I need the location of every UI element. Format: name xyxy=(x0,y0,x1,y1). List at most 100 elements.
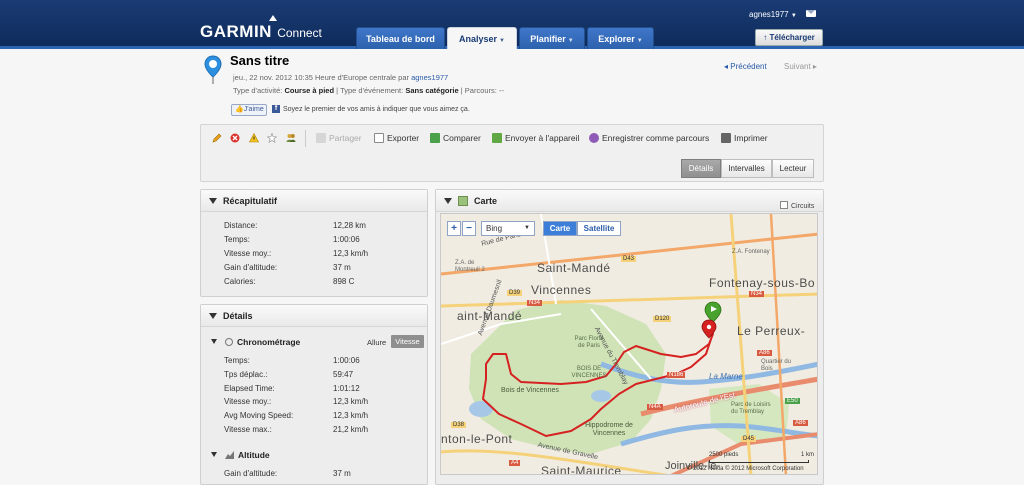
activity-title[interactable]: Sans titre xyxy=(230,53,289,68)
map-label-nton-le-pont: nton-le-Pont xyxy=(441,432,513,446)
tab-label: Tableau de bord xyxy=(366,34,435,44)
user-name: agnes1977 xyxy=(749,10,789,19)
user-menu[interactable]: agnes1977 ▼ xyxy=(749,10,797,19)
tab-explorer[interactable]: Explorer ▼ xyxy=(587,27,654,49)
activity-user-link[interactable]: agnes1977 xyxy=(411,73,448,82)
map-label-bois-vincennes: Bois de Vincennes xyxy=(501,387,559,394)
collapse-arrow-icon xyxy=(444,198,452,204)
scale-km: 1 km xyxy=(801,452,815,458)
star-icon[interactable] xyxy=(267,133,277,143)
people-icon[interactable] xyxy=(286,133,296,143)
timing-title: Chronométrage xyxy=(237,337,301,347)
compare-button[interactable]: Comparer xyxy=(430,133,481,143)
logo-triangle-icon xyxy=(269,15,277,21)
like-label: J'aime xyxy=(243,106,264,113)
summary-header[interactable]: Récapitulatif xyxy=(201,190,427,212)
pace-toggle[interactable]: Allure xyxy=(367,338,386,347)
map-label-le-perreux: Le Perreux- xyxy=(737,324,806,338)
upload-label: Télécharger xyxy=(769,33,815,42)
view-player-button[interactable]: Lecteur xyxy=(772,159,814,178)
export-button[interactable]: Exporter xyxy=(374,133,419,143)
timing-label: Avg Moving Speed: xyxy=(224,411,294,420)
event-type-value[interactable]: Sans catégorie xyxy=(405,86,458,95)
summary-label: Distance: xyxy=(224,221,258,230)
map-type-map-button[interactable]: Carte xyxy=(543,221,577,236)
timing-subheader[interactable]: Chronométrage xyxy=(211,337,300,347)
print-label: Imprimer xyxy=(734,133,768,143)
activity-type-value[interactable]: Course à pied xyxy=(284,86,334,95)
summary-value: 1:00:06 xyxy=(333,235,360,244)
altitude-title: Altitude xyxy=(238,450,270,460)
summary-value: 12,3 km/h xyxy=(333,249,369,258)
lake xyxy=(469,401,493,417)
map-header[interactable]: Carte xyxy=(436,190,823,212)
previous-link[interactable]: ◂ Précédent xyxy=(724,62,767,71)
map-label-za: Z.A. Fontenay xyxy=(732,249,770,255)
road-shield: A86 xyxy=(757,350,772,356)
map-label-fontenay: Fontenay-sous-Bo xyxy=(709,276,816,290)
send-label: Envoyer à l'appareil xyxy=(505,133,580,143)
export-label: Exporter xyxy=(387,133,420,143)
facebook-icon: f xyxy=(272,105,280,113)
zoom-in-button[interactable]: + xyxy=(447,221,461,236)
route-map[interactable]: Rue de Paris Z.A. de Montreuil 2 Saint-M… xyxy=(440,213,818,475)
zoom-out-button[interactable]: − xyxy=(462,221,476,236)
details-header[interactable]: Détails xyxy=(201,305,427,327)
activity-date-text: jeu., 22 nov. 2012 10:35 Heure d'Europe … xyxy=(233,73,409,82)
brand-sub: Connect xyxy=(277,26,322,40)
tab-tableau-de-bord[interactable]: Tableau de bord xyxy=(356,27,445,49)
map-label-saint-maurice: Saint-Maurice xyxy=(541,464,622,475)
mail-icon[interactable] xyxy=(806,10,816,17)
activity-type-label: Type d'activité: xyxy=(233,86,283,95)
map-type-satellite-button[interactable]: Satellite xyxy=(577,221,621,236)
chevron-down-icon: ▼ xyxy=(524,225,530,231)
save-route-label: Enregistrer comme parcours xyxy=(602,133,710,143)
timing-value: 59:47 xyxy=(333,370,354,379)
view-details-button[interactable]: Détails xyxy=(681,159,721,178)
map-label-bois-vincennes-upper: BOIS DE VINCENNES xyxy=(571,366,607,379)
like-text: Soyez le premier de vos amis à indiquer … xyxy=(283,106,470,113)
timing-label: Elapsed Time: xyxy=(224,384,275,393)
activity-type-line: Type d'activité: Course à pied | Type d'… xyxy=(233,86,504,95)
share-icon xyxy=(316,133,326,143)
altitude-label: Gain d'altitude: xyxy=(224,469,278,478)
pencil-icon[interactable] xyxy=(212,133,222,143)
speed-toggle[interactable]: Vitesse xyxy=(391,335,424,348)
summary-value: 37 m xyxy=(333,263,351,272)
map-type-label: Carte xyxy=(549,224,571,233)
scale-bar xyxy=(709,460,809,463)
timing-label: Vitesse max.: xyxy=(224,425,272,434)
share-button: Partager xyxy=(316,133,362,143)
altitude-subheader[interactable]: Altitude xyxy=(211,450,270,460)
thumbs-up-icon: 👍 xyxy=(235,106,244,113)
circuits-checkbox[interactable]: Circuits xyxy=(780,201,814,210)
running-pin-icon xyxy=(204,55,222,84)
road-shield: E50 xyxy=(785,398,800,404)
map-title: Carte xyxy=(474,196,498,206)
print-button[interactable]: Imprimer xyxy=(721,133,768,143)
scale-feet: 2500 pieds xyxy=(709,452,739,458)
timing-label: Temps: xyxy=(224,356,250,365)
details-title: Détails xyxy=(223,311,253,321)
map-label-la-marne: La Marne xyxy=(709,372,743,381)
map-provider-select[interactable]: Bing ▼ xyxy=(481,221,535,236)
view-label: Lecteur xyxy=(779,164,807,173)
delete-icon[interactable] xyxy=(230,133,240,143)
upload-button[interactable]: ↑ Télécharger xyxy=(755,29,823,46)
send-to-device-button[interactable]: Envoyer à l'appareil xyxy=(492,133,579,143)
save-route-button[interactable]: Enregistrer comme parcours xyxy=(589,133,709,143)
like-button[interactable]: 👍J'aime xyxy=(231,104,267,116)
tab-planifier[interactable]: Planifier ▼ xyxy=(519,27,585,49)
road-shield: A4 xyxy=(509,460,521,466)
timing-value: 12,3 km/h xyxy=(333,411,369,420)
garmin-connect-logo[interactable]: GARMIN Connect xyxy=(200,15,322,42)
altitude-value: 37 m xyxy=(333,469,351,478)
map-type-label: Satellite xyxy=(583,224,615,233)
export-icon xyxy=(374,133,384,143)
timing-value: 1:01:12 xyxy=(333,384,360,393)
map-copyright: © 2012 Nokia © 2012 Microsoft Corporatio… xyxy=(687,466,804,472)
tab-analyser[interactable]: Analyser ▼ xyxy=(447,27,517,49)
view-intervals-button[interactable]: Intervalles xyxy=(721,159,772,178)
warning-icon[interactable] xyxy=(249,133,259,143)
road-shield: D120 xyxy=(653,316,672,322)
